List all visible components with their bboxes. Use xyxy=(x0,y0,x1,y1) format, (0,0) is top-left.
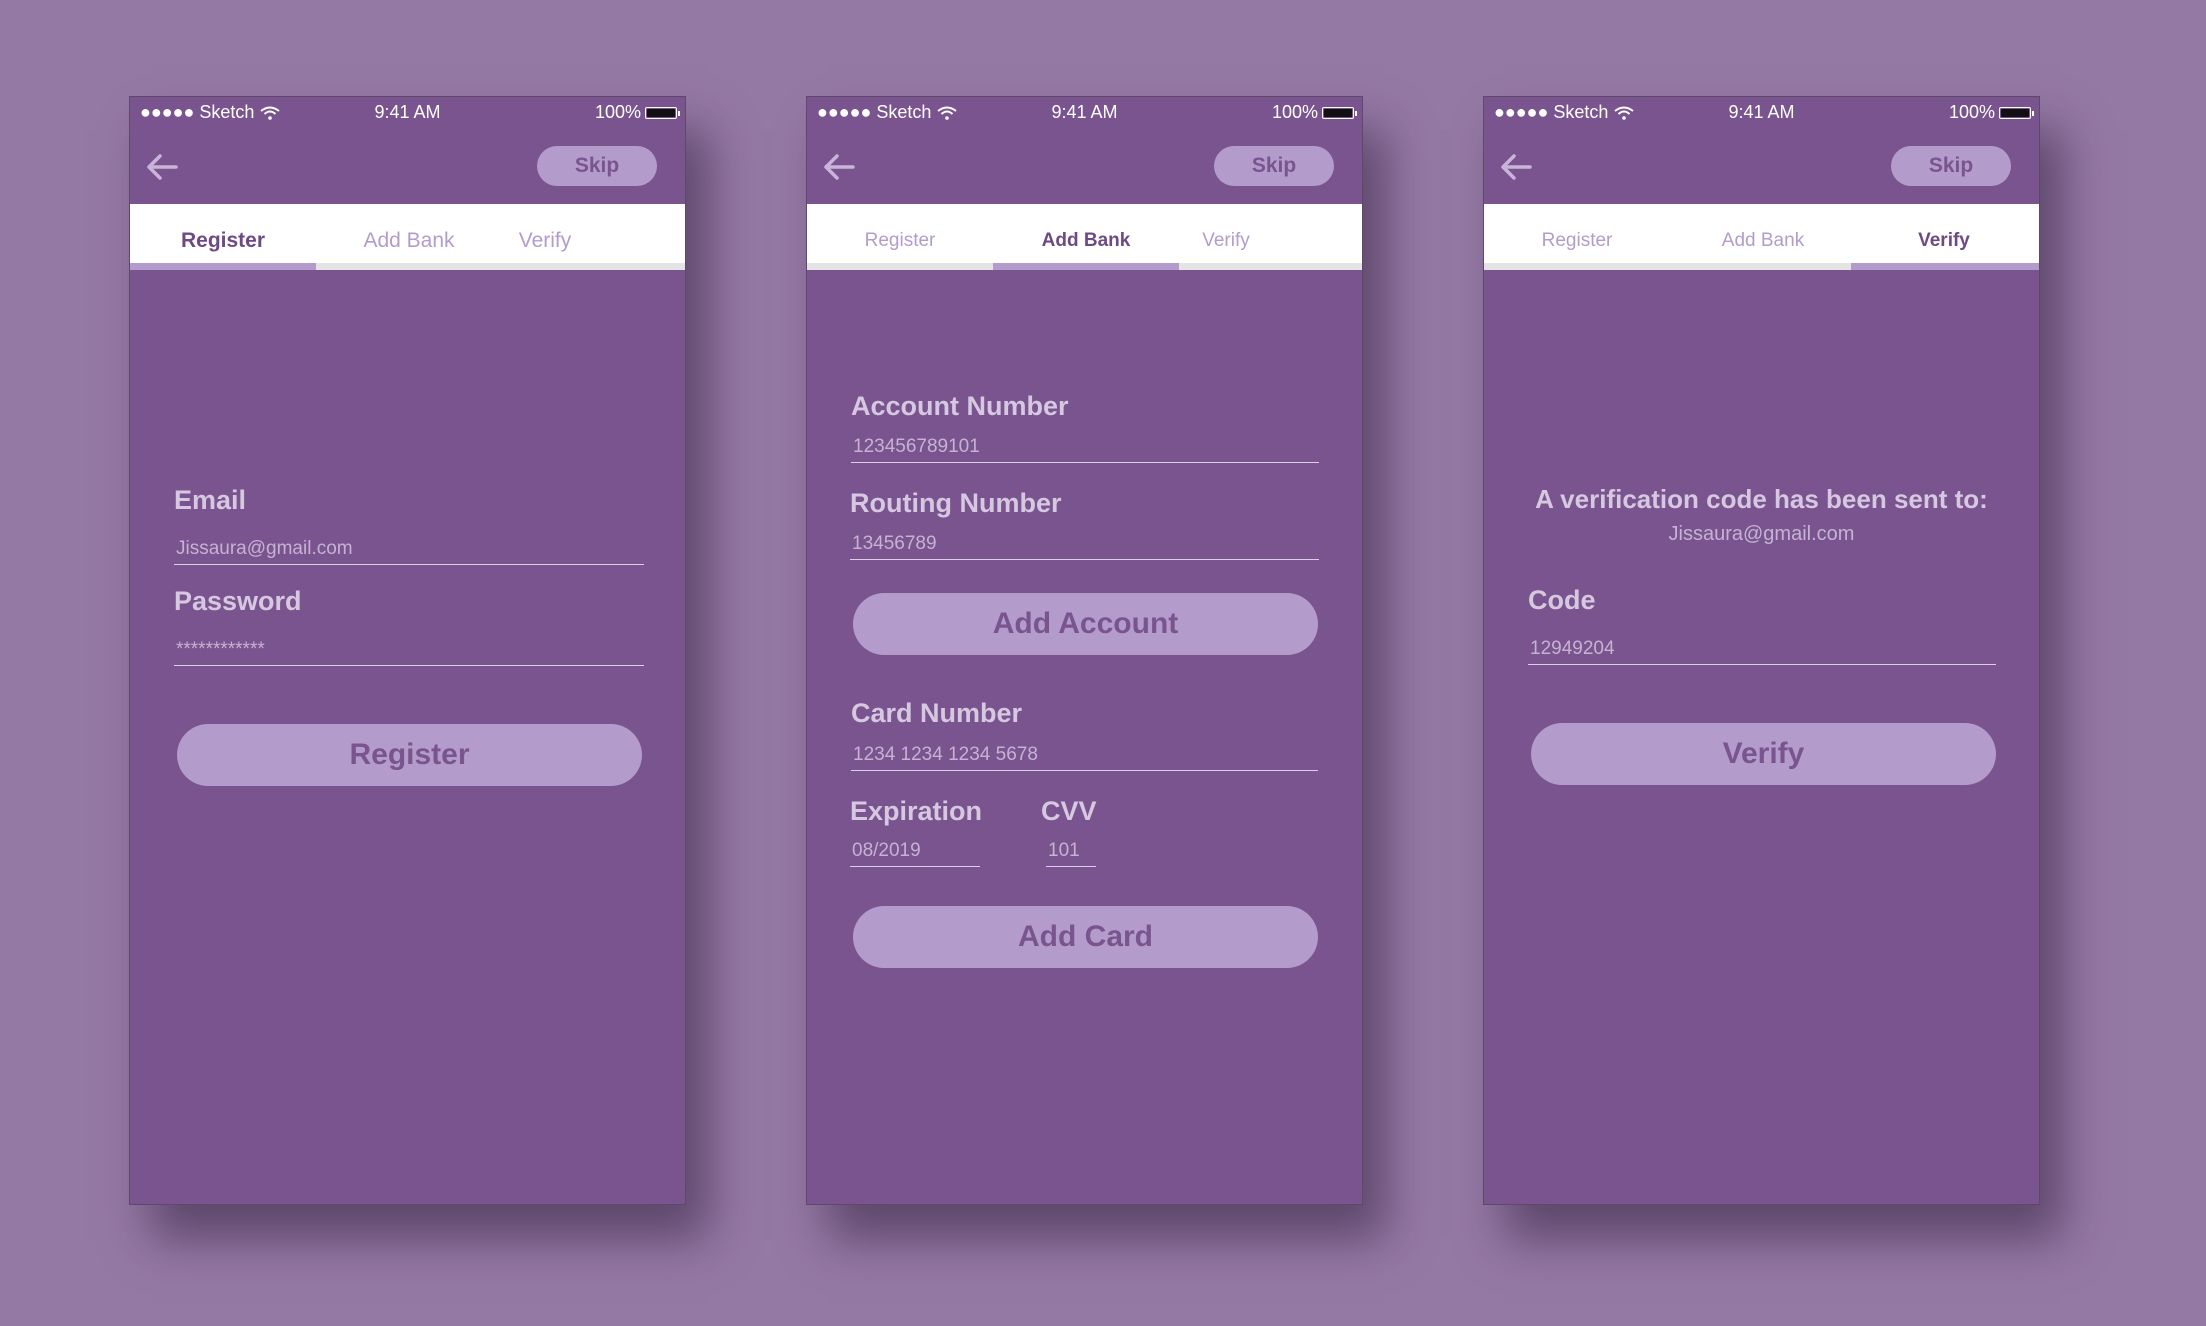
expiration-field[interactable] xyxy=(850,837,980,867)
tab-register[interactable]: Register xyxy=(1484,204,1670,270)
register-screen: ●●●●● Sketch 9:41 AM 100% Skip Register … xyxy=(129,96,686,1205)
tab-bar: Register Add Bank Verify xyxy=(130,204,685,270)
tab-add-bank[interactable]: Add Bank xyxy=(1670,204,1856,270)
battery-percent: 100% xyxy=(594,102,641,122)
card-number-label: Card Number xyxy=(851,698,1023,728)
skip-button[interactable]: Skip xyxy=(1891,146,2011,186)
back-arrow-icon[interactable] xyxy=(1496,147,1536,187)
tab-verify[interactable]: Verify xyxy=(1851,204,2037,270)
status-battery-group: 100% xyxy=(594,102,680,123)
routing-number-field[interactable] xyxy=(850,530,1319,560)
status-bar: ●●●●● Sketch 9:41 AM 100% xyxy=(807,97,1362,127)
password-label: Password xyxy=(174,586,302,616)
add-bank-screen: ●●●●● Sketch 9:41 AM 100% Skip Register … xyxy=(806,96,1363,1205)
skip-button[interactable]: Skip xyxy=(1214,146,1334,186)
tab-register[interactable]: Register xyxy=(130,204,316,270)
add-account-button[interactable]: Add Account xyxy=(853,593,1318,655)
tab-active-indicator xyxy=(130,263,316,270)
battery-icon xyxy=(645,106,680,119)
code-label: Code xyxy=(1528,585,1596,615)
card-number-field[interactable] xyxy=(851,741,1318,771)
account-number-label: Account Number xyxy=(851,391,1069,421)
battery-icon xyxy=(1999,106,2034,119)
verification-sent-message: A verification code has been sent to: xyxy=(1535,484,1988,514)
status-bar: ●●●●● Sketch 9:41 AM 100% xyxy=(130,97,685,127)
add-card-button[interactable]: Add Card xyxy=(853,906,1318,968)
tab-register[interactable]: Register xyxy=(807,204,993,270)
register-button[interactable]: Register xyxy=(177,724,642,786)
verify-screen: ●●●●● Sketch 9:41 AM 100% Skip Register … xyxy=(1483,96,2040,1205)
email-label: Email xyxy=(174,485,247,515)
password-field[interactable] xyxy=(174,636,644,666)
status-battery-group: 100% xyxy=(1271,102,1357,123)
cvv-field[interactable] xyxy=(1046,837,1096,867)
status-bar: ●●●●● Sketch 9:41 AM 100% xyxy=(1484,97,2039,127)
code-field[interactable] xyxy=(1528,635,1996,665)
tab-verify[interactable]: Verify xyxy=(470,204,620,270)
tab-active-indicator xyxy=(1851,263,2039,270)
account-number-field[interactable] xyxy=(851,433,1319,463)
expiration-label: Expiration xyxy=(850,796,983,826)
verification-sent-email: Jissaura@gmail.com xyxy=(1668,523,1855,545)
tab-active-indicator xyxy=(993,263,1179,270)
tab-bar: Register Add Bank Verify xyxy=(1484,204,2039,270)
status-battery-group: 100% xyxy=(1948,102,2034,123)
email-field[interactable] xyxy=(174,535,644,565)
verify-button[interactable]: Verify xyxy=(1531,723,1996,785)
back-arrow-icon[interactable] xyxy=(819,147,859,187)
tab-verify[interactable]: Verify xyxy=(1151,204,1301,270)
routing-number-label: Routing Number xyxy=(850,488,1062,518)
battery-percent: 100% xyxy=(1271,102,1318,122)
skip-button[interactable]: Skip xyxy=(537,146,657,186)
back-arrow-icon[interactable] xyxy=(142,147,182,187)
cvv-label: CVV xyxy=(1041,796,1097,826)
tab-bar: Register Add Bank Verify xyxy=(807,204,1362,270)
battery-icon xyxy=(1322,106,1357,119)
battery-percent: 100% xyxy=(1948,102,1995,122)
